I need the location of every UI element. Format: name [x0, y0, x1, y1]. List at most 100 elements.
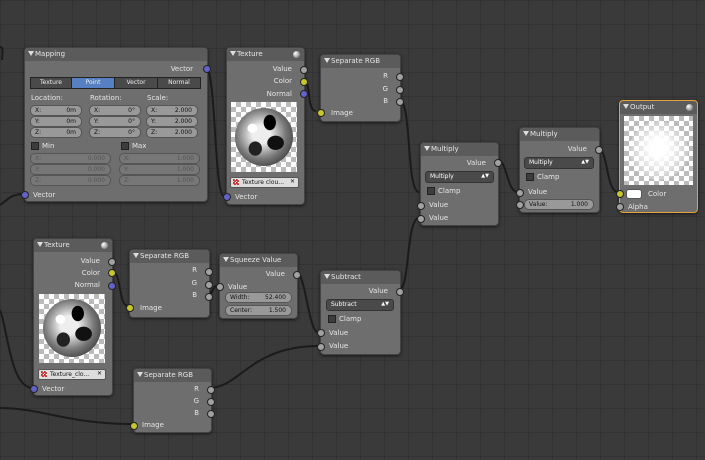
output-socket-normal[interactable] — [108, 282, 116, 290]
operation-dropdown[interactable]: Multiply ▲▼ — [425, 171, 494, 183]
tab-normal[interactable]: Normal — [157, 77, 201, 89]
clamp-checkbox[interactable] — [427, 187, 435, 195]
multiply-header[interactable]: Multiply — [520, 128, 599, 141]
input-socket-image[interactable] — [130, 422, 138, 430]
input-socket-color[interactable] — [616, 190, 624, 198]
rotation-y-field[interactable]: Y: 0° — [89, 116, 141, 127]
input-socket-value-2[interactable] — [516, 201, 524, 209]
texture-node-top[interactable]: Texture Value Color Normal Texture clou.… — [223, 47, 308, 205]
subtract-node[interactable]: Subtract Value Subtract ▲▼ Clamp Value Va… — [317, 270, 404, 355]
mapping-node[interactable]: Mapping Vector Texture Point Vector Norm… — [21, 47, 211, 202]
separate-rgb-header[interactable]: Separate RGB — [134, 369, 211, 382]
preview-sphere-icon[interactable] — [686, 104, 693, 111]
clamp-checkbox[interactable] — [328, 315, 336, 323]
tab-texture[interactable]: Texture — [30, 77, 72, 89]
multiply-node-2[interactable]: Multiply Value Multiply ▲▼ Clamp Value Va… — [516, 127, 603, 213]
input-socket-value-1[interactable] — [317, 329, 325, 337]
output-socket-value[interactable] — [293, 271, 301, 279]
separate-rgb-header[interactable]: Separate RGB — [130, 250, 209, 263]
preview-sphere-icon[interactable] — [101, 242, 108, 249]
output-socket-value[interactable] — [595, 146, 603, 154]
input-socket-vector[interactable] — [223, 193, 231, 201]
input-socket-value-2[interactable] — [317, 343, 325, 351]
rotation-x-field[interactable]: X: 0° — [89, 105, 141, 116]
min-x-field[interactable]: X: 0.000 — [30, 153, 111, 164]
output-socket-r[interactable] — [207, 386, 215, 394]
collapse-arrow-icon[interactable] — [230, 51, 236, 56]
output-socket-value[interactable] — [108, 258, 116, 266]
max-z-field[interactable]: Z: 1.000 — [119, 175, 200, 186]
value-field[interactable]: Value: 1.000 — [524, 199, 594, 210]
separate-rgb-node-1[interactable]: Separate RGB R G B Image — [317, 54, 404, 122]
output-socket-g[interactable] — [205, 281, 213, 289]
collapse-arrow-icon[interactable] — [223, 257, 229, 262]
clear-icon[interactable]: ✕ — [290, 178, 295, 185]
texture-node-header[interactable]: Texture — [227, 48, 304, 61]
output-socket-normal[interactable] — [300, 90, 308, 98]
separate-rgb-node-3[interactable]: Separate RGB R G B Image — [130, 368, 215, 433]
input-socket-vector[interactable] — [30, 385, 38, 393]
subtract-header[interactable]: Subtract — [321, 271, 400, 284]
output-socket-g[interactable] — [396, 86, 404, 94]
squeeze-value-node[interactable]: Squeeze Value Value Value Width: 52.400 C… — [216, 253, 301, 319]
input-socket-image[interactable] — [317, 109, 325, 117]
input-socket-vector[interactable] — [21, 191, 29, 199]
multiply-node-1[interactable]: Multiply Value Multiply ▲▼ Clamp Value Va… — [417, 142, 502, 226]
multiply-header[interactable]: Multiply — [421, 143, 498, 156]
collapse-arrow-icon[interactable] — [424, 146, 430, 151]
color-swatch[interactable] — [626, 189, 642, 199]
separate-rgb-node-2[interactable]: Separate RGB R G B Image — [126, 249, 213, 318]
output-socket-value[interactable] — [494, 159, 502, 167]
min-y-field[interactable]: Y: 0.000 — [30, 164, 111, 175]
output-socket-vector[interactable] — [203, 65, 211, 73]
collapse-arrow-icon[interactable] — [623, 104, 629, 109]
collapse-arrow-icon[interactable] — [133, 253, 139, 258]
texture-node-header[interactable]: Texture — [34, 239, 112, 252]
location-y-field[interactable]: Y: 0m — [30, 116, 82, 127]
collapse-arrow-icon[interactable] — [28, 51, 34, 56]
texture-selector[interactable]: Texture_clo... ✕ — [38, 369, 106, 380]
separate-rgb-header[interactable]: Separate RGB — [321, 55, 400, 68]
tab-point[interactable]: Point — [71, 77, 115, 89]
output-socket-b[interactable] — [205, 293, 213, 301]
preview-sphere-icon[interactable] — [293, 51, 300, 58]
collapse-arrow-icon[interactable] — [324, 274, 330, 279]
output-header[interactable]: Output — [620, 101, 697, 114]
width-field[interactable]: Width: 52.400 — [225, 292, 292, 303]
output-socket-color[interactable] — [300, 78, 308, 86]
output-socket-b[interactable] — [207, 410, 215, 418]
input-socket-value-1[interactable] — [516, 189, 524, 197]
input-socket-image[interactable] — [126, 304, 134, 312]
collapse-arrow-icon[interactable] — [324, 58, 330, 63]
min-z-field[interactable]: Z: 0.000 — [30, 175, 111, 186]
output-node[interactable]: Output Color Alpha — [616, 100, 698, 213]
max-x-field[interactable]: X: 1.000 — [119, 153, 200, 164]
scale-x-field[interactable]: X: 2.000 — [146, 105, 198, 116]
output-socket-r[interactable] — [205, 268, 213, 276]
center-field[interactable]: Center: 1.500 — [225, 305, 292, 316]
input-socket-value-2[interactable] — [417, 215, 425, 223]
max-checkbox[interactable] — [121, 142, 129, 150]
operation-dropdown[interactable]: Multiply ▲▼ — [524, 157, 594, 169]
squeeze-value-header[interactable]: Squeeze Value — [220, 254, 297, 267]
rotation-z-field[interactable]: Z: 0° — [89, 127, 141, 138]
input-socket-value-1[interactable] — [417, 202, 425, 210]
location-z-field[interactable]: Z: 0m — [30, 127, 82, 138]
output-socket-r[interactable] — [396, 73, 404, 81]
output-socket-b[interactable] — [396, 98, 404, 106]
min-checkbox[interactable] — [31, 142, 39, 150]
operation-dropdown[interactable]: Subtract ▲▼ — [326, 299, 394, 311]
tab-vector[interactable]: Vector — [114, 77, 158, 89]
input-socket-value[interactable] — [216, 283, 224, 291]
collapse-arrow-icon[interactable] — [523, 131, 529, 136]
clamp-checkbox[interactable] — [526, 173, 534, 181]
clear-icon[interactable]: ✕ — [97, 370, 102, 377]
output-socket-value[interactable] — [396, 288, 404, 296]
texture-selector[interactable]: Texture clou... ✕ — [230, 177, 299, 188]
collapse-arrow-icon[interactable] — [37, 242, 43, 247]
texture-node-bottom[interactable]: Texture Value Color Normal Texture_clo..… — [30, 238, 116, 396]
input-socket-alpha[interactable] — [616, 203, 624, 211]
output-socket-g[interactable] — [207, 398, 215, 406]
output-socket-value[interactable] — [300, 66, 308, 74]
scale-y-field[interactable]: Y: 2.000 — [146, 116, 198, 127]
